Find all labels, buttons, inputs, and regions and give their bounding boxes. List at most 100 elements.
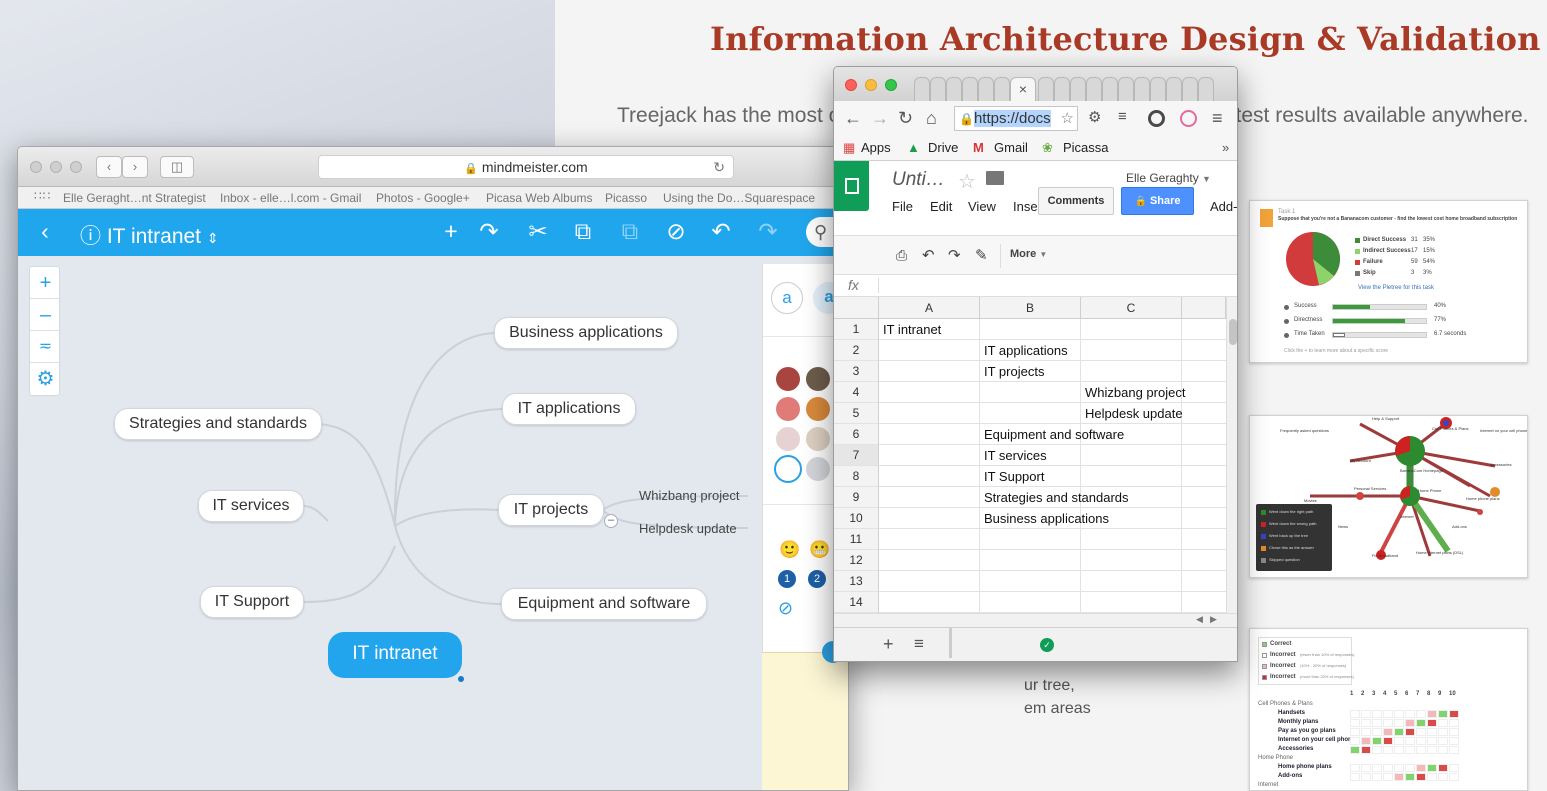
spreadsheet-grid[interactable]: A B C 1 2 3 4 5 6 7 8 9 10 11 12 13 14 IT intranet IT … (834, 297, 1237, 627)
scroll-thumb[interactable] (1229, 319, 1237, 345)
favorite-3[interactable]: Photos - Google+ (376, 191, 470, 205)
zoom-window-button[interactable] (885, 79, 897, 91)
menu-file[interactable]: File (892, 199, 913, 214)
zoom-window-button[interactable] (70, 161, 82, 173)
bookmark-apps[interactable]: Apps (861, 140, 891, 155)
pietree-card[interactable]: Went down the right path Went down the wr… (1249, 415, 1528, 578)
menu-edit[interactable]: Edit (930, 199, 952, 214)
document-title[interactable]: Unti… (892, 169, 945, 191)
cell-b10[interactable]: Business applications (980, 508, 1109, 529)
browser-tab[interactable] (962, 77, 978, 101)
sheets-logo-icon[interactable] (834, 161, 869, 211)
vertical-scrollbar[interactable] (1226, 297, 1237, 613)
notes-panel[interactable] (762, 641, 848, 790)
favorite-1[interactable]: Elle Geraght…nt Strategist (63, 191, 206, 205)
comments-button[interactable]: Comments (1038, 187, 1114, 215)
cell-a1[interactable]: IT intranet (879, 319, 980, 340)
buffer-icon[interactable]: ≡ (1118, 108, 1127, 125)
reload-icon[interactable]: ↻ (713, 156, 725, 178)
user-name[interactable]: Elle Geraghty ▼ (1126, 171, 1211, 185)
color-swatch-1[interactable] (776, 367, 800, 391)
paint-format-icon[interactable]: ✎ (975, 246, 988, 264)
bookmark-star-icon[interactable]: ☆ (1060, 107, 1074, 130)
color-swatch-4[interactable] (806, 397, 830, 421)
number-1-icon[interactable]: 1 (778, 570, 796, 588)
omnibox[interactable]: 🔒https://docs ☆ (954, 106, 1078, 131)
browser-tab[interactable] (1150, 77, 1166, 101)
back-icon[interactable]: ‹ (96, 156, 122, 178)
favorite-5[interactable]: Picasso (605, 191, 647, 205)
scroll-left-icon[interactable]: ◀ (1196, 614, 1203, 625)
favorite-6[interactable]: Using the Do…Squarespace (663, 191, 815, 205)
back-icon[interactable]: ← (844, 108, 862, 129)
node-strategies-standards[interactable]: Strategies and standards (114, 408, 322, 440)
mindmap-canvas[interactable]: + – ≂ ⚙ IT intranet Business application… (18, 256, 848, 790)
pietree-link[interactable]: View the Pietree for this task (1358, 285, 1434, 291)
reload-icon[interactable]: ↻ (898, 108, 913, 129)
map-title-button[interactable]: ⓘ IT intranet ⇕ (80, 220, 219, 250)
cell-b9[interactable]: Strategies and standards (980, 487, 1129, 508)
folder-icon[interactable] (986, 171, 1004, 185)
print-icon[interactable]: ⎙ (896, 247, 907, 264)
undo-icon[interactable]: ↶ (922, 246, 935, 264)
cell-b2[interactable]: IT applications (980, 340, 1081, 361)
connect-icon[interactable]: ↷ (474, 218, 504, 245)
task-result-card[interactable]: Task 1 Suppose that you're not a Bananac… (1249, 200, 1528, 363)
resize-handle[interactable] (458, 676, 464, 682)
home-icon[interactable]: ⌂ (926, 108, 937, 129)
browser-tab[interactable] (1070, 77, 1086, 101)
browser-tab[interactable] (914, 77, 930, 101)
redo-icon[interactable]: ↷ (948, 246, 961, 264)
forward-icon[interactable]: → (871, 108, 889, 129)
color-swatch-2[interactable] (806, 367, 830, 391)
cell-c4[interactable]: Whizbang project (1081, 382, 1185, 403)
share-button[interactable]: 🔒 Share (1121, 187, 1194, 215)
node-helpdesk-update[interactable]: Helpdesk update (639, 521, 737, 536)
more-button[interactable]: More ▼ (1010, 248, 1047, 260)
browser-tab[interactable] (1198, 77, 1214, 101)
delete-icon[interactable]: ⊘ (661, 218, 691, 245)
browser-tab[interactable] (1118, 77, 1134, 101)
cell-b6[interactable]: Equipment and software (980, 424, 1124, 445)
cut-icon[interactable]: ✂ (523, 218, 553, 245)
scroll-right-icon[interactable]: ▶ (1210, 614, 1217, 625)
root-node[interactable]: IT intranet (328, 632, 462, 678)
add-sheet-icon[interactable]: + (883, 634, 894, 655)
address-bar[interactable]: 🔒 mindmeister.com ↻ (318, 155, 734, 179)
grid-icon[interactable]: ∷∷ (34, 189, 51, 203)
extension-icon[interactable] (1148, 110, 1165, 127)
close-window-button[interactable] (845, 79, 857, 91)
node-equipment-software[interactable]: Equipment and software (501, 588, 707, 620)
browser-tab[interactable] (1166, 77, 1182, 101)
menu-view[interactable]: View (968, 199, 996, 214)
color-swatch-5[interactable] (776, 427, 800, 451)
cell-b3[interactable]: IT projects (980, 361, 1081, 382)
extension-icon[interactable]: ⚙ (1088, 108, 1101, 126)
node-it-support[interactable]: IT Support (200, 586, 304, 618)
favorite-4[interactable]: Picasa Web Albums (486, 191, 593, 205)
browser-tab[interactable] (1134, 77, 1150, 101)
node-it-applications[interactable]: IT applications (502, 393, 636, 425)
explore-check-icon[interactable]: ✓ (1040, 638, 1054, 652)
cell-b7[interactable]: IT services (980, 445, 1081, 466)
browser-tab[interactable] (994, 77, 1010, 101)
destinations-card[interactable]: Correct Incorrect (fewer than 10% of respo… (1249, 628, 1528, 791)
grin-icon[interactable]: 😬 (809, 540, 830, 560)
node-it-services[interactable]: IT services (198, 490, 304, 522)
star-icon[interactable]: ☆ (958, 169, 976, 194)
menu-icon[interactable]: ≡ (1212, 108, 1223, 129)
bookmark-gmail[interactable]: Gmail (994, 140, 1028, 155)
node-it-projects[interactable]: IT projects (498, 494, 604, 526)
browser-tab[interactable] (1086, 77, 1102, 101)
minimize-window-button[interactable] (50, 161, 62, 173)
copy-icon[interactable]: ⧉ (568, 218, 598, 245)
number-2-icon[interactable]: 2 (808, 570, 826, 588)
sidebar-icon[interactable]: ◫ (160, 156, 194, 178)
extension-icon[interactable] (1180, 110, 1197, 127)
smiley-icon[interactable]: 🙂 (779, 540, 800, 560)
color-swatch-3[interactable] (776, 397, 800, 421)
add-icon[interactable]: + (436, 218, 466, 245)
favorite-2[interactable]: Inbox - elle…l.com - Gmail (220, 191, 361, 205)
browser-tab[interactable] (1054, 77, 1070, 101)
back-arrow-icon[interactable]: ‹ (30, 218, 60, 245)
